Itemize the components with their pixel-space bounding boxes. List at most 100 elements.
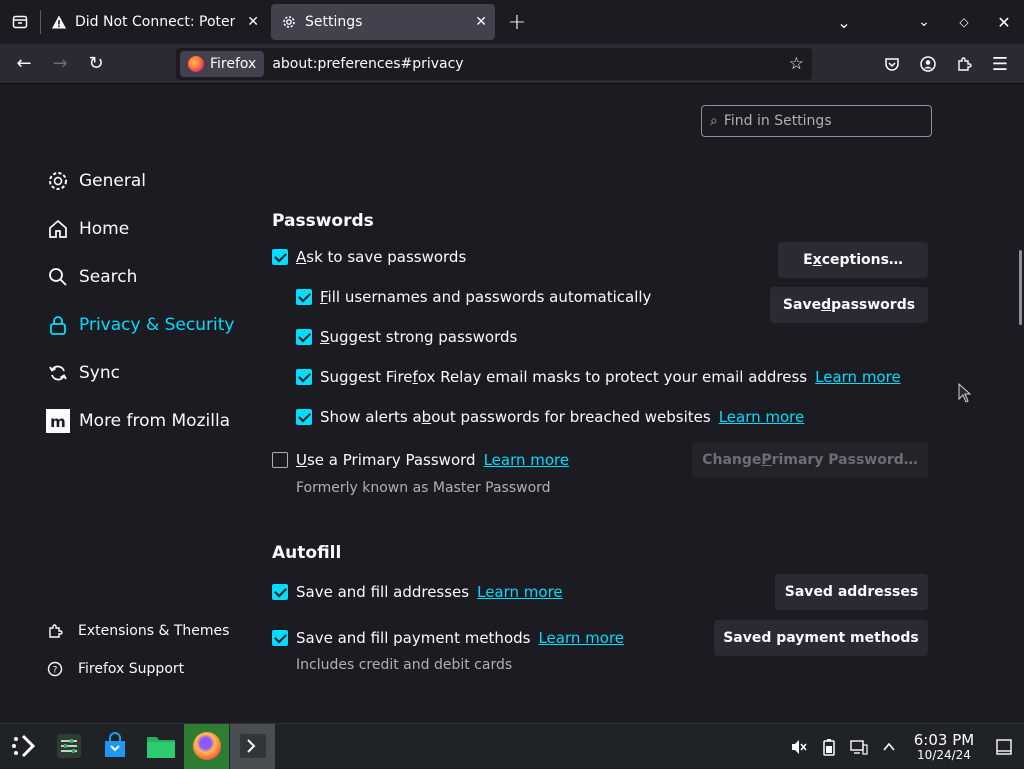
footer-label: Extensions & Themes <box>78 623 230 639</box>
minimize-button[interactable]: ⌄ <box>904 0 944 44</box>
folder-icon <box>146 737 175 758</box>
sidebar-item-label: Home <box>79 219 130 239</box>
firefox-view-icon <box>12 15 28 29</box>
sidebar-footer-firefox-support[interactable]: ? Firefox Support <box>46 660 184 678</box>
close-icon: ✕ <box>997 12 1011 32</box>
task-file-manager[interactable] <box>138 724 183 769</box>
sidebar-item-sync[interactable]: Sync <box>46 357 120 389</box>
task-terminal[interactable] <box>230 723 275 769</box>
chevron-up-icon[interactable] <box>874 724 904 769</box>
checkbox-label: Suggest strong passwords <box>320 328 518 346</box>
save-addresses-checkbox[interactable]: Save and fill addresses Learn more <box>272 580 563 604</box>
sidebar-item-search[interactable]: Search <box>46 261 137 293</box>
checkbox[interactable] <box>272 249 288 265</box>
account-icon <box>920 56 936 72</box>
url-bar[interactable]: Firefox about:preferences#privacy ☆ <box>176 48 812 80</box>
checkbox[interactable] <box>272 630 288 646</box>
close-icon[interactable]: ✕ <box>247 14 259 30</box>
pocket-button[interactable] <box>874 48 910 80</box>
close-icon[interactable]: ✕ <box>475 14 487 30</box>
learn-more-link[interactable]: Learn more <box>815 368 901 386</box>
forward-button[interactable]: → <box>42 48 78 80</box>
extensions-button[interactable] <box>946 48 982 80</box>
battery-icon[interactable] <box>814 724 844 769</box>
identity-box[interactable]: Firefox <box>180 51 265 77</box>
sidebar-item-privacy-security[interactable]: Privacy & Security <box>46 309 234 341</box>
sidebar-footer-extensions-themes[interactable]: Extensions & Themes <box>46 622 229 640</box>
task-firefox[interactable] <box>184 723 229 769</box>
checkbox[interactable] <box>296 369 312 385</box>
checkbox-label: Save and fill payment methods <box>296 629 531 647</box>
back-button[interactable]: ← <box>6 48 42 80</box>
volume-muted-icon[interactable] <box>784 724 814 769</box>
desktop-icon <box>996 738 1012 755</box>
ask-save-passwords-checkbox[interactable]: Ask to save passwords <box>272 245 466 269</box>
account-button[interactable] <box>910 48 946 80</box>
checkbox-label: Save and fill addresses <box>296 583 470 601</box>
checkbox-label: Ask to save passwords <box>296 248 467 266</box>
learn-more-link[interactable]: Learn more <box>719 408 805 426</box>
sidebar-item-general[interactable]: General <box>46 165 146 197</box>
help-icon: ? <box>46 660 64 678</box>
checkbox[interactable] <box>296 329 312 345</box>
network-icon[interactable] <box>844 724 874 769</box>
steamos-icon <box>11 734 35 758</box>
saved-payment-methods-button[interactable]: Saved payment methods <box>714 620 928 656</box>
mouse-cursor-icon <box>958 383 972 403</box>
firefox-view-button[interactable] <box>0 0 40 44</box>
list-all-tabs-button[interactable]: ⌄ <box>824 0 864 44</box>
learn-more-link[interactable]: Learn more <box>477 583 563 601</box>
exceptions-button[interactable]: Ex ceptions… <box>778 242 928 278</box>
window-controls: ⌄ ⌄ ◇ ✕ <box>824 0 1024 44</box>
sliders-icon <box>56 734 81 758</box>
pocket-icon <box>885 58 899 71</box>
change-primary-password-button[interactable]: Change Primary Password… <box>692 442 928 478</box>
close-window-button[interactable]: ✕ <box>984 0 1024 44</box>
fill-usernames-checkbox[interactable]: Fill usernames and passwords automatical… <box>296 285 651 309</box>
tab-did-not-connect[interactable]: Did Not Connect: Potential Security Issu… <box>41 4 267 40</box>
star-icon[interactable]: ☆ <box>789 54 804 74</box>
url-text[interactable]: about:preferences#privacy <box>272 56 463 72</box>
chevron-down-icon: ⌄ <box>918 14 930 30</box>
reload-button[interactable]: ↻ <box>78 48 114 80</box>
firefox-relay-checkbox[interactable]: Suggest Firefox Relay email masks to pro… <box>296 365 901 389</box>
sidebar-item-home[interactable]: Home <box>46 213 129 245</box>
warning-icon <box>51 14 67 30</box>
arrow-right-icon: → <box>52 53 68 74</box>
svg-text:?: ? <box>53 666 58 676</box>
clock[interactable]: 6:03 PM 10/24/24 <box>904 732 984 762</box>
sidebar-item-more-from-mozilla[interactable]: m More from Mozilla <box>46 405 230 437</box>
app-launcher-button[interactable] <box>0 724 45 769</box>
new-tab-button[interactable]: + <box>497 0 537 44</box>
maximize-button[interactable]: ◇ <box>944 0 984 44</box>
autofill-heading: Autofill <box>272 543 342 563</box>
checkbox[interactable] <box>272 584 288 600</box>
show-desktop-button[interactable] <box>984 724 1024 769</box>
suggest-strong-passwords-checkbox[interactable]: Suggest strong passwords <box>296 325 517 349</box>
nav-bar: ← → ↻ Firefox about:preferences#privacy … <box>0 44 1024 84</box>
tab-settings[interactable]: Settings ✕ <box>271 4 495 40</box>
save-payments-checkbox[interactable]: Save and fill payment methods Learn more <box>272 626 624 650</box>
checkbox-label: Show alerts about passwords for breached… <box>320 408 711 426</box>
checkbox[interactable] <box>272 452 288 468</box>
scrollbar[interactable] <box>1019 250 1022 325</box>
learn-more-link[interactable]: Learn more <box>538 629 624 647</box>
checkbox-label: Use a Primary Password <box>296 451 476 469</box>
saved-addresses-button[interactable]: Saved addresses <box>775 574 928 610</box>
find-in-settings-input[interactable]: ⌕ Find in Settings <box>701 105 932 137</box>
learn-more-link[interactable]: Learn more <box>484 451 570 469</box>
terminal-icon <box>239 734 266 758</box>
primary-password-checkbox[interactable]: Use a Primary Password Learn more <box>272 448 569 472</box>
saved-passwords-button[interactable]: Save d passwords <box>770 287 928 323</box>
settings-page: ⌕ Find in Settings General Home Search P… <box>0 85 1024 723</box>
sidebar-item-label: Sync <box>79 363 120 383</box>
task-settings-app[interactable] <box>46 724 91 769</box>
sidebar-item-label: Search <box>79 267 138 287</box>
breach-alerts-checkbox[interactable]: Show alerts about passwords for breached… <box>296 405 804 429</box>
task-discover-app[interactable] <box>92 724 137 769</box>
identity-label: Firefox <box>210 56 257 72</box>
checkbox[interactable] <box>296 409 312 425</box>
menu-button[interactable]: ☰ <box>982 48 1018 80</box>
checkbox[interactable] <box>296 289 312 305</box>
hamburger-icon: ☰ <box>991 53 1009 75</box>
